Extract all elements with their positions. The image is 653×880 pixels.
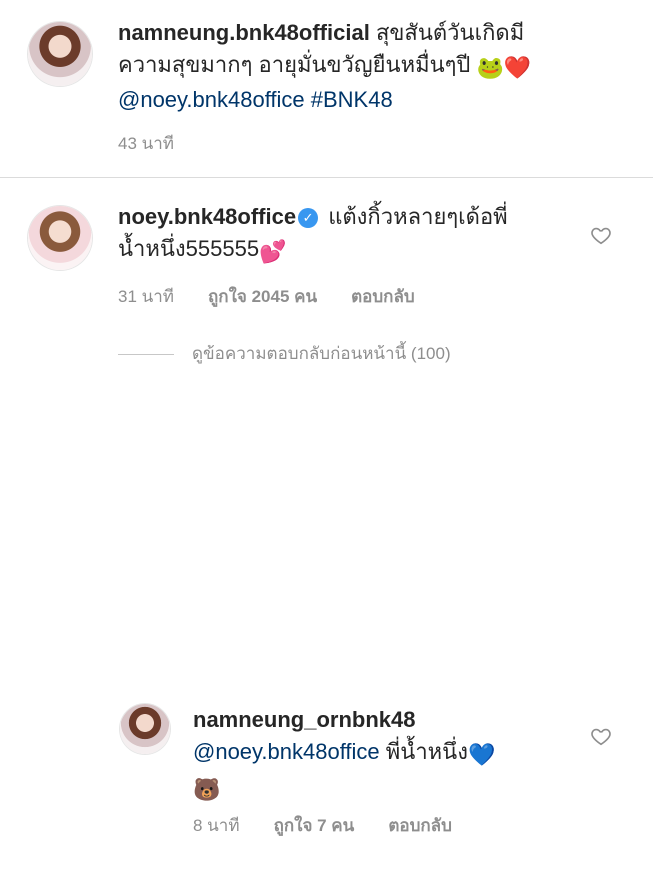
reply-time: 8 นาที [193,816,240,835]
view-replies-label: ดูข้อความตอบกลับก่อนหน้านี้ (100) [192,344,451,363]
post-caption: namneung.bnk48official สุขสันต์วันเกิดมี… [0,0,653,178]
reply-meta: 8 นาที ถูกใจ 7 คน ตอบกลับ [193,812,452,839]
heart-outline-icon[interactable] [590,725,612,747]
comment-time: 31 นาที [118,287,175,306]
caption-text: namneung.bnk48official สุขสันต์วันเกิดมี… [118,17,638,116]
reply-button[interactable]: ตอบกลับ [351,287,415,306]
divider-line [118,354,174,356]
verified-badge-icon: ✓ [298,208,319,228]
red-heart-emoji: ❤️ [503,55,532,80]
caption-text-line1: สุขสันต์วันเกิดมี [375,20,525,45]
avatar[interactable] [28,206,92,270]
caption-time: 43 นาที [118,134,175,153]
frog-emoji: 🐸 [476,55,504,80]
caption-mention[interactable]: @noey.bnk48office #BNK48 [118,87,393,112]
comment-text-line2: น้ำหนึ่ง555555 [118,236,260,261]
comment-likes[interactable]: ถูกใจ 2045 คน [208,287,317,306]
reply-button[interactable]: ตอบกลับ [388,816,452,835]
caption-username[interactable]: namneung.bnk48official [118,20,370,45]
avatar[interactable] [28,22,92,86]
comment-username[interactable]: noey.bnk48office [118,204,296,229]
heart-outline-icon[interactable] [590,224,612,246]
reply-mention[interactable]: @noey.bnk48office [193,739,380,764]
reply-text: namneung_ornbnk48 @noey.bnk48office พี่น… [193,704,573,806]
two-hearts-emoji: 💕 [259,239,287,264]
reply-text-body: พี่น้ำหนึ่ง [385,739,468,764]
comment-text-line1: แต้งกิ้วหลายๆเด้อพี่ [328,204,508,229]
view-previous-replies[interactable]: ดูข้อความตอบกลับก่อนหน้านี้ (100) [118,340,451,366]
avatar[interactable] [120,704,170,754]
caption-text-line2: ความสุขมากๆ อายุมั่นขวัญยืนหมื่นๆปี [118,52,471,77]
blue-heart-emoji: 💙 [467,742,496,767]
bear-emoji: 🐻 [193,777,221,802]
reply-likes[interactable]: ถูกใจ 7 คน [274,816,355,835]
comment-text: noey.bnk48office ✓ แต้งกิ้วหลายๆเด้อพี่ น… [118,201,578,268]
comment-meta: 31 นาที ถูกใจ 2045 คน ตอบกลับ [118,283,415,310]
reply-username[interactable]: namneung_ornbnk48 [193,707,415,732]
